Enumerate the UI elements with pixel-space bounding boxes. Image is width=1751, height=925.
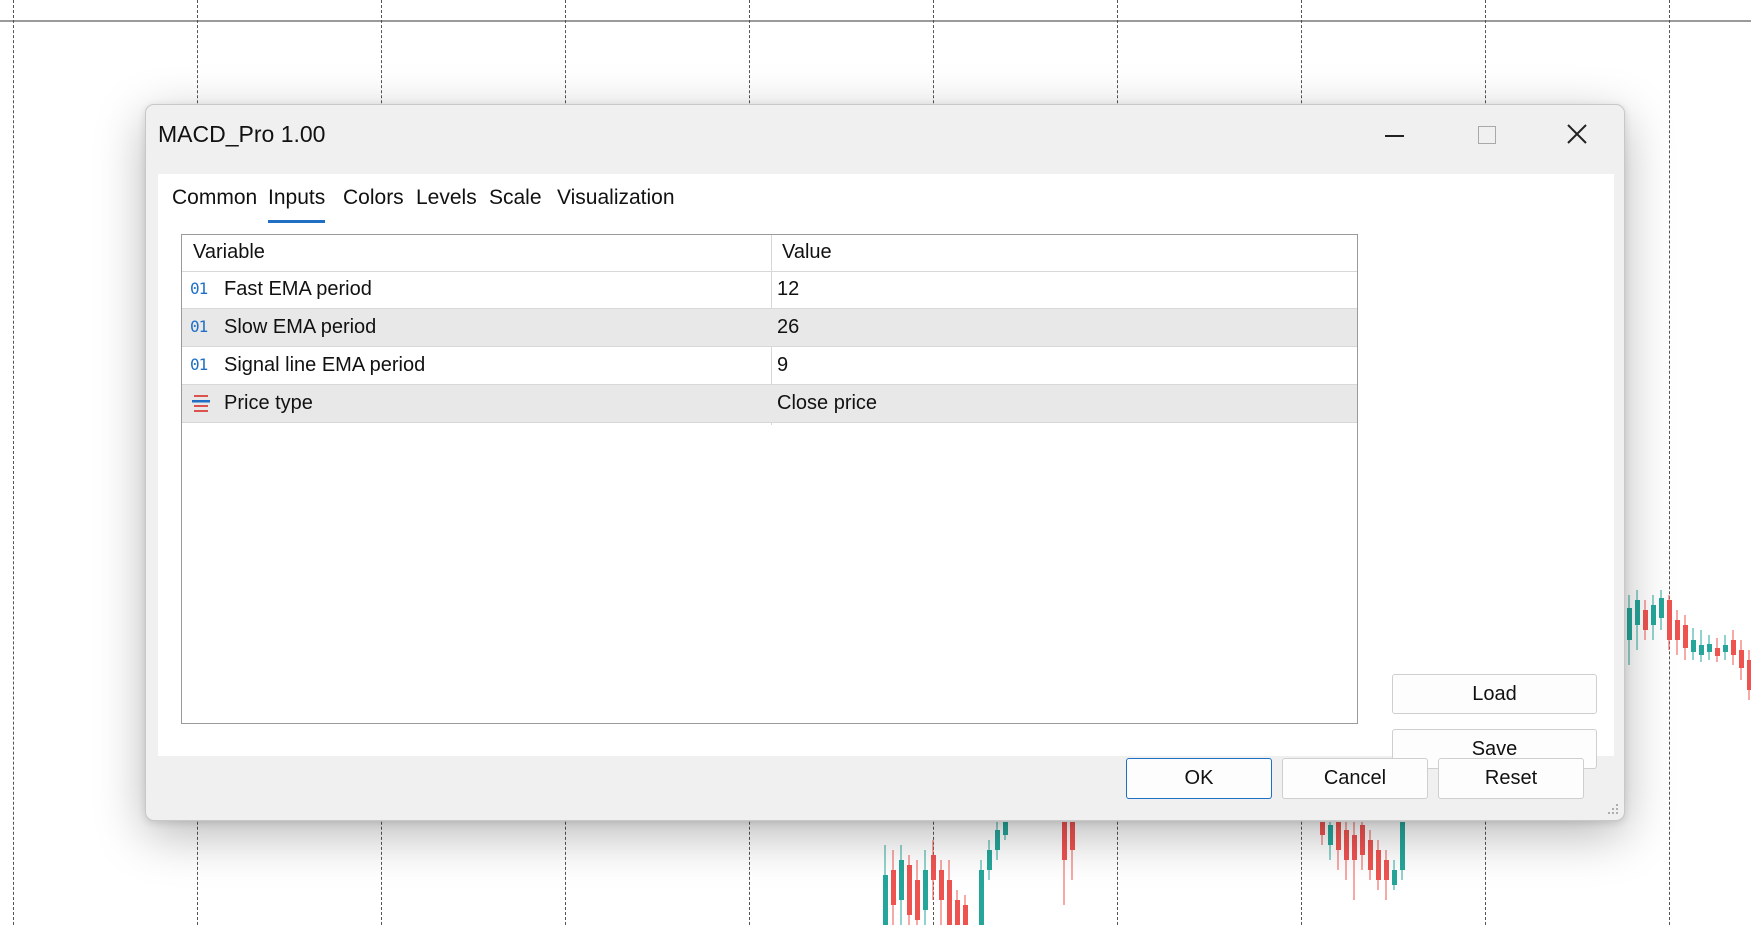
table-row[interactable]: 01 Signal line EMA period 9 [182, 347, 1357, 385]
header-value[interactable]: Value [782, 241, 832, 264]
integer-icon: 01 [190, 355, 208, 374]
candle-body [1667, 600, 1672, 640]
table-header: Variable Value [182, 235, 1357, 272]
candle-body [1384, 860, 1389, 880]
candle-body [1352, 835, 1357, 860]
variable-name: Price type [224, 392, 313, 414]
indicator-properties-dialog: MACD_Pro 1.00 Common Inputs Colors Level… [145, 104, 1625, 821]
table-row[interactable]: 01 Fast EMA period 12 [182, 271, 1357, 309]
tab-inputs[interactable]: Inputs [268, 186, 326, 223]
candle-body [1691, 640, 1696, 652]
candle-body [963, 905, 968, 925]
candle-body [947, 880, 952, 925]
close-icon [1567, 124, 1587, 144]
candle-body [1392, 870, 1397, 885]
candle-body [915, 880, 920, 920]
candle-body [1715, 648, 1720, 656]
candle-body [1003, 822, 1008, 835]
table-row[interactable]: 01 Slow EMA period 26 [182, 309, 1357, 347]
ok-button[interactable]: OK [1126, 758, 1272, 799]
variable-name: Fast EMA period [224, 278, 372, 300]
tab-panel: Common Inputs Colors Levels Scale Visual… [158, 174, 1614, 769]
minimize-button[interactable] [1364, 109, 1424, 161]
candle-body [891, 870, 896, 905]
reset-button[interactable]: Reset [1438, 758, 1584, 799]
candle-body [939, 870, 944, 900]
variable-value[interactable]: 9 [777, 354, 788, 377]
candle-body [1376, 850, 1381, 880]
load-button[interactable]: Load [1392, 674, 1597, 714]
variable-name: Slow EMA period [224, 316, 377, 338]
candle-body [1344, 830, 1349, 860]
candle-body [1627, 608, 1632, 640]
tab-visualization[interactable]: Visualization [557, 186, 675, 210]
candle-body [1328, 825, 1333, 845]
tab-scale[interactable]: Scale [489, 186, 542, 210]
table-row[interactable]: Price type Close price [182, 385, 1357, 423]
candle-body [899, 860, 904, 900]
candle-body [995, 830, 1000, 850]
candle-body [907, 865, 912, 915]
candle-body [1699, 645, 1704, 655]
candle-body [1707, 644, 1712, 652]
tab-common[interactable]: Common [172, 186, 257, 210]
integer-icon: 01 [190, 279, 208, 298]
candle-body [1320, 822, 1325, 835]
candle-body [955, 900, 960, 925]
header-variable[interactable]: Variable [193, 241, 265, 264]
candle-body [883, 875, 888, 925]
candle-body [1400, 822, 1405, 870]
integer-icon: 01 [190, 317, 208, 336]
resize-grip-icon[interactable] [1607, 803, 1619, 815]
candle-body [1659, 598, 1664, 618]
title-bar[interactable]: MACD_Pro 1.00 [146, 105, 1624, 167]
candle-body [979, 870, 984, 925]
candle-body [923, 870, 928, 910]
dialog-title: MACD_Pro 1.00 [158, 121, 326, 147]
tab-colors[interactable]: Colors [343, 186, 404, 210]
minimize-icon [1385, 135, 1404, 137]
candle-body [1062, 822, 1067, 860]
cancel-button[interactable]: Cancel [1282, 758, 1428, 799]
candle-body [1368, 840, 1373, 870]
candle-body [1675, 620, 1680, 640]
variable-value[interactable]: Close price [777, 392, 877, 415]
candle-body [1643, 610, 1648, 630]
variable-value[interactable]: 26 [777, 316, 799, 339]
candle-body [1739, 650, 1744, 668]
candle-body [1651, 605, 1656, 625]
tab-levels[interactable]: Levels [416, 186, 477, 210]
maximize-icon [1478, 126, 1496, 144]
candle-body [1360, 825, 1365, 855]
candle-body [1683, 625, 1688, 648]
inputs-table[interactable]: Variable Value 01 Fast EMA period 12 01 … [181, 234, 1358, 724]
candle-body [1336, 822, 1341, 850]
candle-body [1747, 660, 1751, 690]
variable-name: Signal line EMA period [224, 354, 426, 376]
close-button[interactable] [1548, 109, 1608, 161]
candle-body [1723, 645, 1728, 652]
candle-body [1070, 822, 1075, 850]
candle-body [987, 850, 992, 870]
candle-body [1635, 600, 1640, 625]
enum-list-icon [190, 393, 212, 415]
variable-value[interactable]: 12 [777, 278, 799, 301]
candle-body [931, 855, 936, 880]
maximize-button[interactable] [1456, 109, 1516, 161]
candle-body [1731, 640, 1736, 655]
